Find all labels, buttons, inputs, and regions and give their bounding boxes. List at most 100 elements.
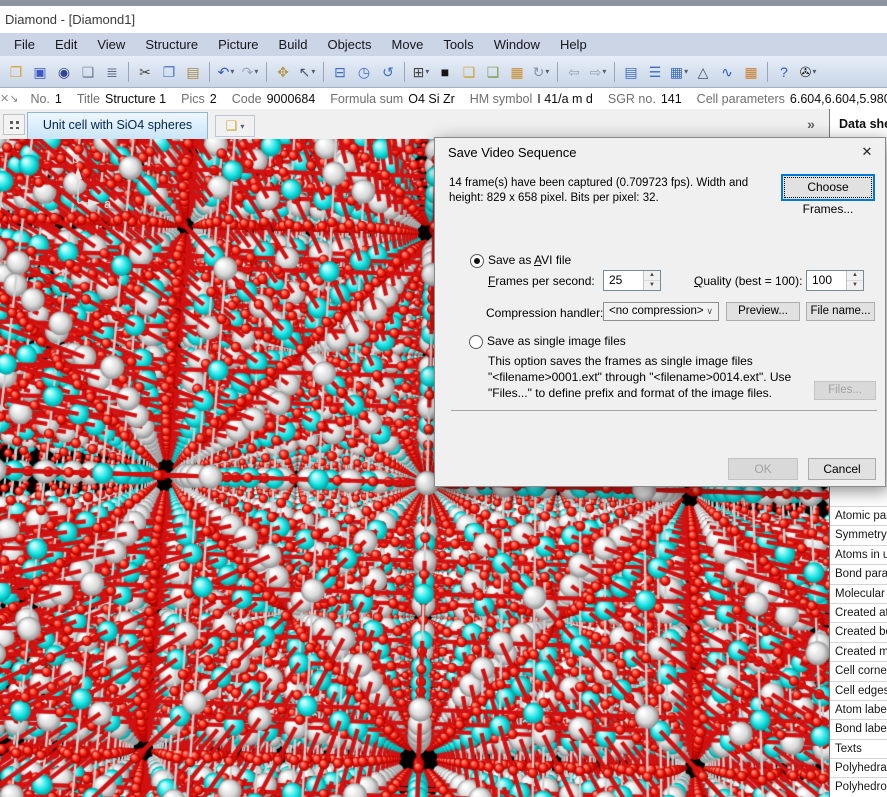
- datasheet-item-atoms-in-unit-cell[interactable]: Atoms in unit cell: [830, 546, 887, 565]
- info-close-icon[interactable]: ✕: [0, 92, 9, 105]
- report-icon[interactable]: ▤: [620, 60, 642, 84]
- forward-icon[interactable]: ⇨▾: [587, 60, 609, 84]
- info-expand-corner-icon[interactable]: ↘: [9, 92, 18, 105]
- forward-dropdown-arrow[interactable]: ▾: [602, 61, 606, 83]
- new-picture-icon[interactable]: ❏: [458, 60, 480, 84]
- datasheet-item-molecular-parameters[interactable]: Molecular parameters: [830, 585, 887, 604]
- datasheet-item-texts[interactable]: Texts: [830, 740, 887, 759]
- undo-icon[interactable]: ↶▾: [215, 60, 237, 84]
- copy-picture-icon[interactable]: ❑: [482, 60, 504, 84]
- menu-bar: FileEditViewStructurePictureBuildObjects…: [0, 33, 887, 56]
- picture-history-dropdown-arrow[interactable]: ▾: [545, 61, 549, 83]
- ok-button[interactable]: OK: [728, 458, 798, 480]
- quality-spin-buttons[interactable]: ▲▼: [846, 271, 863, 290]
- menu-objects[interactable]: Objects: [317, 33, 381, 56]
- undo-panel-icon[interactable]: ↺: [377, 60, 399, 84]
- print-icon[interactable]: ≣: [101, 60, 123, 84]
- quality-spinner[interactable]: 100 ▲▼: [806, 270, 864, 291]
- datasheet-item-created-bonds[interactable]: Created bonds: [830, 623, 887, 642]
- datasheet-item-polyhedra[interactable]: Polyhedra: [830, 759, 887, 778]
- blank-picture-icon[interactable]: ■: [434, 60, 456, 84]
- datasheet-item-cell-edges[interactable]: Cell edges: [830, 682, 887, 701]
- pointer-icon[interactable]: ↖▾: [296, 60, 318, 84]
- datasheet-item-bond-labels[interactable]: Bond labels: [830, 720, 887, 739]
- export-picture-icon[interactable]: ▦: [506, 60, 528, 84]
- datasheet-item-atom-labels[interactable]: Atom labels: [830, 701, 887, 720]
- datasheet-item-created-molecules[interactable]: Created molecules: [830, 643, 887, 662]
- menu-file[interactable]: File: [4, 33, 45, 56]
- cancel-button[interactable]: Cancel: [808, 458, 876, 480]
- save-icon[interactable]: ▣: [29, 60, 51, 84]
- menu-build[interactable]: Build: [269, 33, 318, 56]
- info-field-label: Code: [232, 92, 262, 106]
- file-name-button[interactable]: File name...: [806, 302, 875, 321]
- compression-combobox[interactable]: <no compression>∨: [603, 302, 719, 321]
- new-picture-tab-button[interactable]: ❏ ▾: [215, 115, 255, 137]
- spin-down-icon[interactable]: ▼: [847, 281, 863, 290]
- pan-hand-icon[interactable]: ✥: [272, 60, 294, 84]
- picture-grid-icon[interactable]: ⊞▾: [410, 60, 432, 84]
- spin-down-icon[interactable]: ▼: [644, 281, 660, 290]
- video-camera-icon[interactable]: ✇▾: [797, 60, 819, 84]
- menu-tools[interactable]: Tools: [433, 33, 483, 56]
- datasheet-item-created-atoms[interactable]: Created atoms: [830, 604, 887, 623]
- pane-grid-button[interactable]: [3, 114, 25, 135]
- quality-value[interactable]: 100: [812, 273, 832, 287]
- colored-table-icon[interactable]: ▦: [740, 60, 762, 84]
- spin-up-icon[interactable]: ▲: [847, 271, 863, 281]
- new-picture-dropdown-arrow[interactable]: ▾: [240, 122, 244, 131]
- help-icon[interactable]: ?: [773, 60, 795, 84]
- menu-move[interactable]: Move: [382, 33, 434, 56]
- tab-overflow-chevron[interactable]: »: [796, 109, 826, 139]
- spin-up-icon[interactable]: ▲: [644, 271, 660, 281]
- picture-history-icon[interactable]: ↻▾: [530, 60, 552, 84]
- powder-pattern-icon[interactable]: ∿: [716, 60, 738, 84]
- menu-help[interactable]: Help: [550, 33, 597, 56]
- navigation-panel-icon[interactable]: ⊟: [329, 60, 351, 84]
- info-sgr-no: SGR no.141: [608, 92, 682, 106]
- pointer-dropdown-arrow[interactable]: ▾: [311, 61, 315, 83]
- fps-value[interactable]: 25: [609, 273, 622, 287]
- datasheet-item-symmetry[interactable]: Symmetry: [830, 526, 887, 545]
- fps-spinner[interactable]: 25 ▲▼: [603, 270, 661, 291]
- tab-unit-cell-with-sio4-spheres[interactable]: Unit cell with SiO4 spheres: [27, 112, 208, 139]
- cut-icon[interactable]: ✂: [134, 60, 156, 84]
- print-preview-icon[interactable]: ❏: [77, 60, 99, 84]
- preview-button[interactable]: Preview...: [726, 302, 800, 321]
- redo-icon[interactable]: ↷▾: [239, 60, 261, 84]
- menu-picture[interactable]: Picture: [208, 33, 268, 56]
- fps-spin-buttons[interactable]: ▲▼: [643, 271, 660, 290]
- info-field-value: 9000684: [267, 92, 316, 106]
- datasheet-item-polyhedron-faces[interactable]: Polyhedron faces: [830, 778, 887, 797]
- menu-structure[interactable]: Structure: [135, 33, 208, 56]
- datasheet-item-atomic-parameters[interactable]: Atomic parameters: [830, 507, 887, 526]
- combo-chevron-icon[interactable]: ∨: [706, 303, 713, 320]
- copy-icon[interactable]: ❐: [158, 60, 180, 84]
- paste-icon[interactable]: ▤: [182, 60, 204, 84]
- tab-data-sheet[interactable]: Data sheet: [830, 109, 887, 139]
- data-table-dropdown-arrow[interactable]: ▾: [684, 61, 688, 83]
- menu-window[interactable]: Window: [484, 33, 550, 56]
- redo-dropdown-arrow[interactable]: ▾: [254, 61, 258, 83]
- capture-info-line1: 14 frame(s) have been captured (0.709723…: [449, 177, 748, 189]
- save-as-avi-radio[interactable]: [470, 254, 484, 268]
- print-preview-glyph: ❏: [82, 61, 95, 83]
- properties-icon[interactable]: ☰: [644, 60, 666, 84]
- back-icon[interactable]: ⇦: [563, 60, 585, 84]
- video-camera-dropdown-arrow[interactable]: ▾: [812, 61, 816, 83]
- distance-measure-icon[interactable]: △: [692, 60, 714, 84]
- open-icon[interactable]: ❒: [5, 60, 27, 84]
- datasheet-item-cell-corners[interactable]: Cell corners: [830, 662, 887, 681]
- data-table-icon[interactable]: ▦▾: [668, 60, 690, 84]
- undo-dropdown-arrow[interactable]: ▾: [230, 61, 234, 83]
- files-button[interactable]: Files...: [814, 381, 876, 400]
- picture-grid-dropdown-arrow[interactable]: ▾: [425, 61, 429, 83]
- choose-frames-button[interactable]: Choose Frames...: [781, 174, 875, 201]
- menu-view[interactable]: View: [87, 33, 135, 56]
- save-as-single-images-radio[interactable]: [469, 335, 483, 349]
- find-icon[interactable]: ◉: [53, 60, 75, 84]
- datasheet-item-bond-parameters[interactable]: Bond parameters: [830, 565, 887, 584]
- history-panel-icon[interactable]: ◷: [353, 60, 375, 84]
- dialog-close-button[interactable]: ✕: [851, 140, 883, 164]
- menu-edit[interactable]: Edit: [45, 33, 87, 56]
